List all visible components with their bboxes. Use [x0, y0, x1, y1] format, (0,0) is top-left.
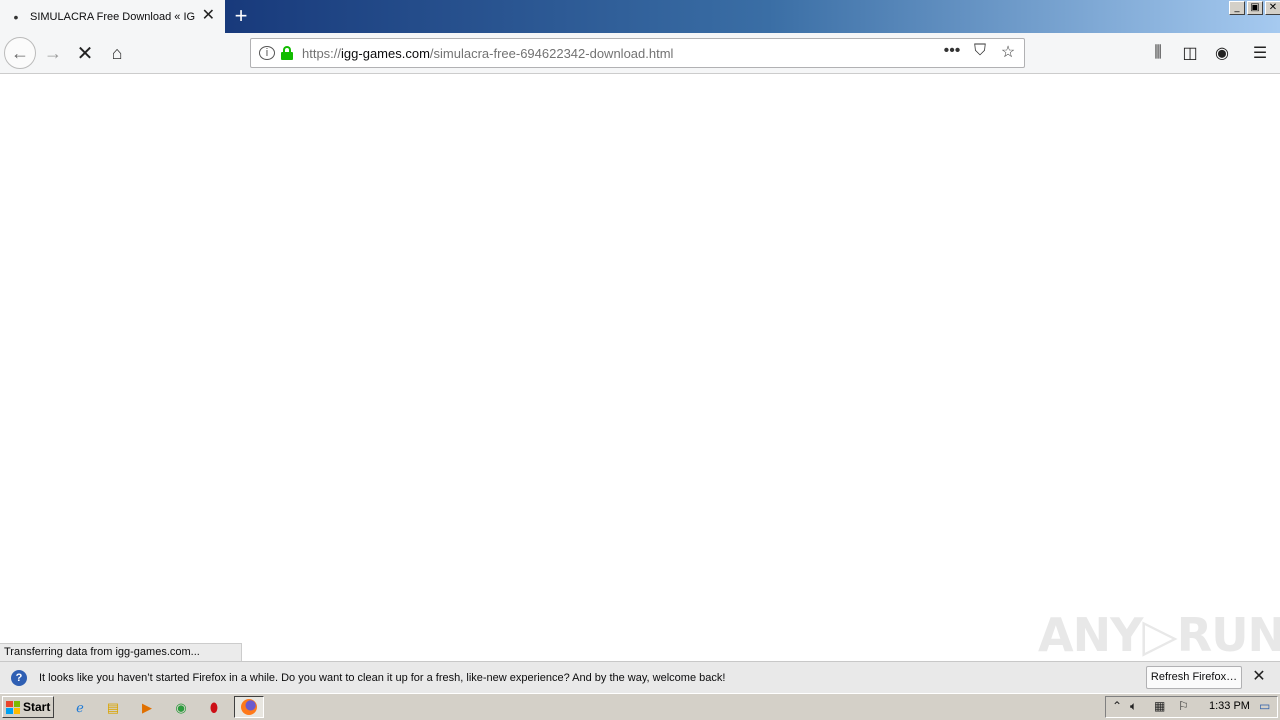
action-center-flag-icon[interactable]: ⚐	[1178, 699, 1189, 713]
show-desktop-icon[interactable]: ▭	[1259, 699, 1270, 713]
tray-expand-icon[interactable]: ⌃	[1112, 699, 1122, 713]
clock[interactable]: 1:33 PM	[1209, 700, 1250, 712]
url-path: /simulacra-free-694622342-download.html	[429, 45, 674, 61]
library-button[interactable]: ⫼	[1144, 39, 1172, 67]
navigation-toolbar: ← → ✕ ⌂ i https://igg-games.com/simulacr…	[0, 33, 1280, 74]
info-icon[interactable]: i	[259, 46, 275, 60]
start-button[interactable]: Start	[2, 696, 54, 718]
arrow-right-icon: →	[44, 42, 62, 63]
tab-close-icon[interactable]: ✕	[202, 8, 215, 24]
back-button[interactable]: ←	[4, 37, 36, 69]
folder-icon[interactable]: ▤	[103, 698, 123, 718]
hamburger-menu-icon: ☰	[1252, 45, 1268, 62]
url-host: igg-games.com	[341, 45, 430, 61]
account-icon: ◉	[1215, 45, 1229, 62]
close-icon[interactable]: ✕	[1250, 668, 1268, 686]
page-actions-icon[interactable]: •••	[942, 42, 962, 62]
tab-active[interactable]: • SIMULACRA Free Download « IGG ✕	[0, 0, 225, 33]
stop-x-icon: ✕	[76, 42, 94, 65]
sidebar-icon: ◫	[1182, 45, 1198, 62]
volume-icon[interactable]: 🔈︎	[1130, 699, 1137, 714]
pocket-icon[interactable]: ⛉	[970, 42, 990, 62]
menu-button[interactable]: ☰	[1246, 39, 1274, 67]
page-content	[0, 75, 1280, 661]
lock-icon[interactable]	[281, 46, 293, 60]
sidebar-button[interactable]: ◫	[1176, 39, 1204, 67]
system-tray: ⌃ 🔈︎ ▦ ⚐ 1:33 PM ▭	[1105, 696, 1278, 718]
media-player-icon[interactable]: ▶	[137, 698, 157, 718]
minimize-button[interactable]: _	[1229, 1, 1245, 15]
url-text[interactable]: https://igg-games.com/simulacra-free-694…	[302, 46, 673, 61]
watermark-logo: ANY▷RUN	[1038, 608, 1280, 662]
notification-message: It looks like you haven’t started Firefo…	[39, 671, 726, 684]
windows-logo-icon	[6, 700, 20, 714]
notification-bar: ? It looks like you haven’t started Fire…	[0, 661, 1280, 693]
home-button[interactable]: ⌂	[101, 37, 133, 69]
loading-icon: •	[13, 8, 19, 25]
account-button[interactable]: ◉	[1208, 39, 1236, 67]
question-icon: ?	[11, 669, 27, 686]
bookmark-star-icon[interactable]: ☆	[998, 42, 1018, 62]
taskbar: Start ℯ ▤ ▶ ◉ ⬮ ⌃ 🔈︎ ▦ ⚐ 1:33 PM ▭	[0, 693, 1280, 720]
chrome-icon[interactable]: ◉	[171, 698, 191, 718]
library-icon: ⫼	[1154, 44, 1162, 61]
ie-icon[interactable]: ℯ	[70, 698, 90, 718]
firefox-taskbar-item[interactable]	[234, 696, 264, 718]
opera-icon[interactable]: ⬮	[204, 698, 224, 718]
forward-button[interactable]: →	[37, 37, 69, 69]
firefox-icon	[241, 699, 257, 715]
status-panel: Transferring data from igg-games.com...	[0, 643, 242, 661]
new-tab-button[interactable]: +	[229, 3, 253, 29]
network-icon[interactable]: ▦	[1154, 699, 1165, 713]
stop-button[interactable]: ✕	[69, 37, 101, 69]
home-icon: ⌂	[111, 42, 123, 63]
title-bar: • SIMULACRA Free Download « IGG ✕ + _ ▣ …	[0, 0, 1280, 33]
arrow-left-icon: ←	[11, 42, 29, 63]
close-window-button[interactable]: ✕	[1265, 1, 1280, 15]
restore-button[interactable]: ▣	[1247, 1, 1263, 15]
url-scheme: https://	[302, 45, 342, 61]
refresh-firefox-button[interactable]: Refresh Firefox…	[1146, 666, 1242, 689]
tab-title: SIMULACRA Free Download « IGG	[30, 10, 195, 23]
window-controls: _ ▣ ✕	[1227, 1, 1280, 15]
start-label: Start	[23, 700, 51, 714]
url-bar[interactable]: i https://igg-games.com/simulacra-free-6…	[250, 38, 1025, 68]
